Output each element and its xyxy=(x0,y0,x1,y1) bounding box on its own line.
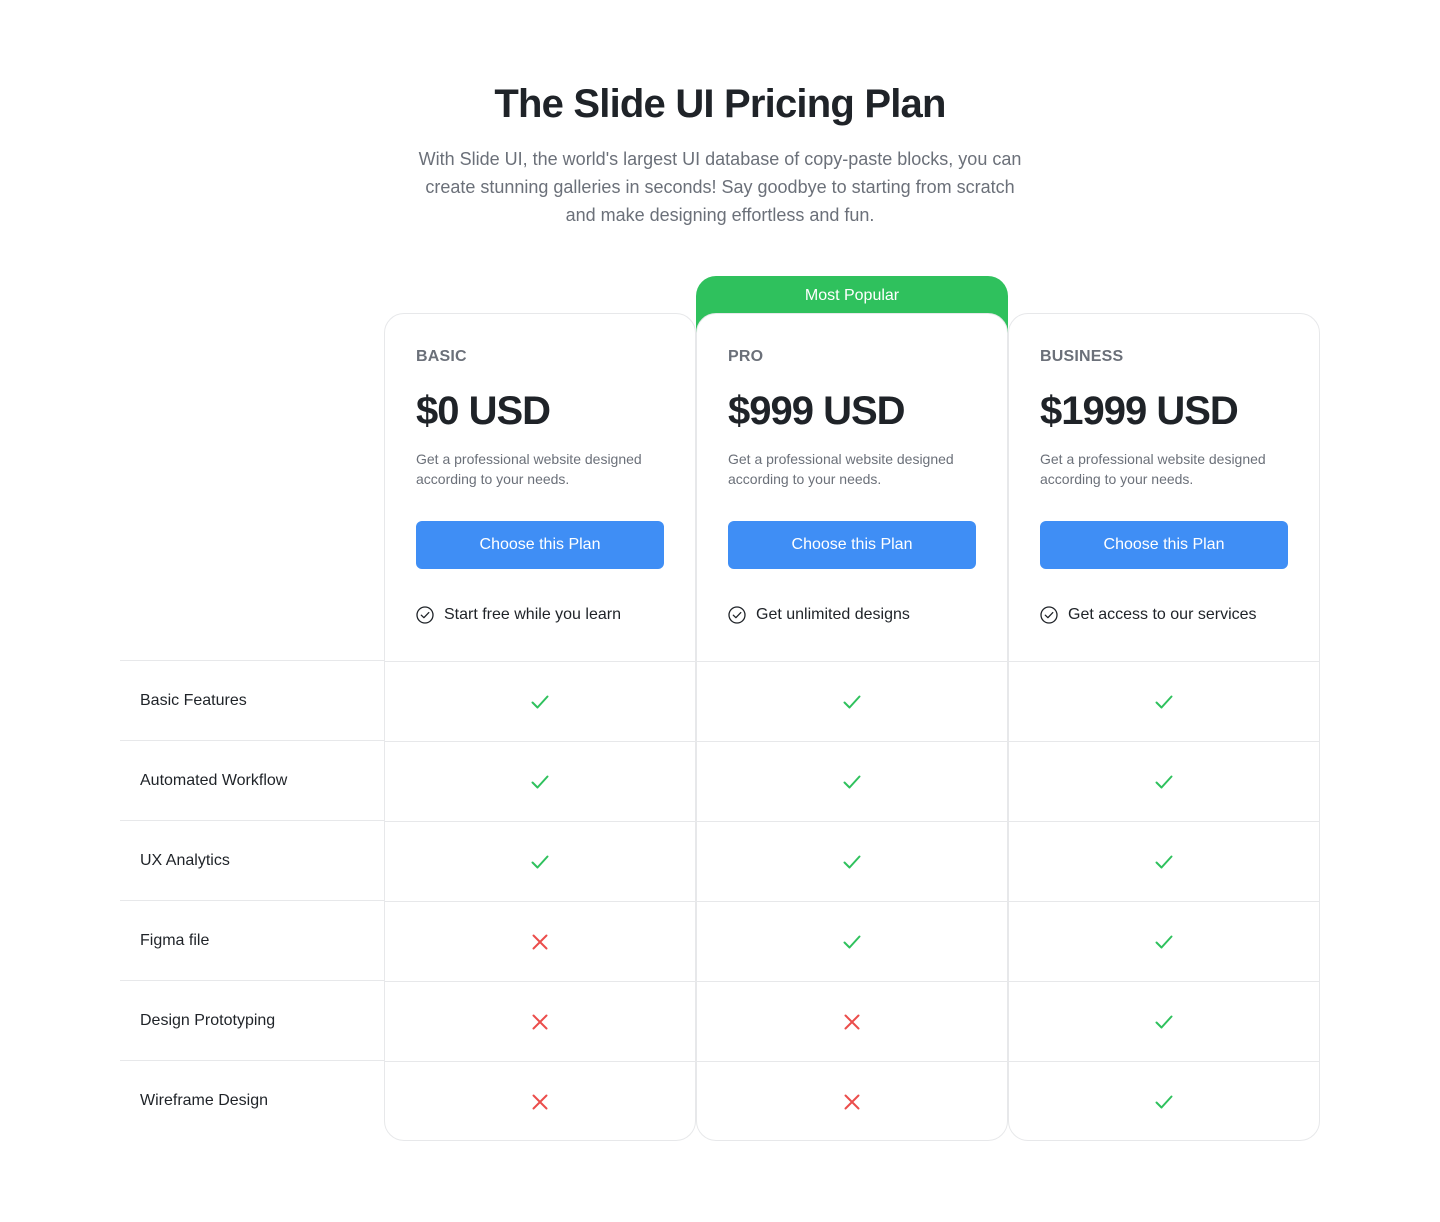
feature-cell xyxy=(697,1061,1007,1141)
checkmark-icon xyxy=(1155,855,1173,868)
plan-highlight-text: Get unlimited designs xyxy=(756,606,910,623)
feature-row-label: UX Analytics xyxy=(120,820,384,900)
plan-description: Get a professional website designed acco… xyxy=(416,451,642,487)
cross-icon xyxy=(844,1094,860,1109)
choose-plan-button[interactable]: Choose this Plan xyxy=(728,521,976,569)
plan-highlight: Get unlimited designs xyxy=(728,605,976,625)
feature-cell xyxy=(385,821,695,901)
feature-cell xyxy=(1009,981,1319,1061)
plan-price: $1999 USD xyxy=(1040,389,1239,433)
checkmark-icon xyxy=(843,855,861,868)
plan-name: BASIC xyxy=(416,348,467,365)
plan-highlight-text: Start free while you learn xyxy=(444,606,621,623)
feature-cell xyxy=(1009,901,1319,981)
plan-description: Get a professional website designed acco… xyxy=(728,451,954,487)
checkmark-icon xyxy=(531,695,549,708)
feature-row-label: Wireframe Design xyxy=(120,1060,384,1140)
choose-plan-button[interactable]: Choose this Plan xyxy=(416,521,664,569)
plan-highlight: Get access to our services xyxy=(1040,605,1288,625)
plan-header: PRO $999 USD Get a professional website de… xyxy=(697,314,1007,661)
feature-cell xyxy=(1009,661,1319,741)
feature-row-label: Basic Features xyxy=(120,660,384,740)
cross-icon xyxy=(532,934,548,949)
feature-row-label: Figma file xyxy=(120,900,384,980)
checkmark-icon xyxy=(843,775,861,788)
plan-column-pro: PRO $999 USD Get a professional website de… xyxy=(696,313,1008,1141)
checkmark-icon xyxy=(531,855,549,868)
subtitle-line: create stunning galleries in seconds! Sa… xyxy=(425,177,1015,197)
choose-plan-button[interactable]: Choose this Plan xyxy=(1040,521,1288,569)
cross-icon xyxy=(844,1014,860,1029)
page-subtitle: With Slide UI, the world's largest UI da… xyxy=(390,145,1050,229)
feature-cell xyxy=(1009,821,1319,901)
checkmark-icon xyxy=(843,935,861,948)
check-circle-icon xyxy=(728,606,746,624)
feature-cell xyxy=(1009,1061,1319,1141)
plan-header: BUSINESS $1999 USD Get a professional webs… xyxy=(1009,314,1319,661)
plan-column-basic: BASIC $0 USD Get a professional website de… xyxy=(384,313,696,1141)
feature-cell xyxy=(385,981,695,1061)
feature-cell xyxy=(385,661,695,741)
feature-cell xyxy=(697,741,1007,821)
plan-highlight: Start free while you learn xyxy=(416,605,664,625)
feature-cell xyxy=(385,741,695,821)
feature-cell xyxy=(385,901,695,981)
plan-description: Get a professional website designed acco… xyxy=(1040,451,1266,487)
checkmark-icon xyxy=(531,775,549,788)
cross-icon xyxy=(532,1014,548,1029)
check-circle-icon xyxy=(1040,606,1058,624)
plan-header: BASIC $0 USD Get a professional website de… xyxy=(385,314,695,661)
plan-name: BUSINESS xyxy=(1040,348,1124,365)
feature-cell xyxy=(1009,741,1319,821)
check-circle-icon xyxy=(416,606,434,624)
feature-cell xyxy=(697,661,1007,741)
cross-icon xyxy=(532,1094,548,1109)
checkmark-icon xyxy=(1155,935,1173,948)
feature-row-label: Design Prototyping xyxy=(120,980,384,1060)
feature-cell xyxy=(697,901,1007,981)
feature-cell xyxy=(385,1061,695,1141)
checkmark-icon xyxy=(1155,1095,1173,1108)
plan-highlight-text: Get access to our services xyxy=(1068,606,1257,623)
feature-row-label: Automated Workflow xyxy=(120,740,384,820)
checkmark-icon xyxy=(843,695,861,708)
page-title: The Slide UI Pricing Plan xyxy=(494,82,946,126)
plan-price: $999 USD xyxy=(728,389,906,433)
subtitle-line: With Slide UI, the world's largest UI da… xyxy=(418,149,1022,169)
checkmark-icon xyxy=(1155,775,1173,788)
feature-cell xyxy=(697,821,1007,901)
subtitle-line: and make designing effortless and fun. xyxy=(565,205,875,225)
feature-cell xyxy=(697,981,1007,1061)
plan-price: $0 USD xyxy=(416,389,551,433)
plan-column-business: BUSINESS $1999 USD Get a professional webs… xyxy=(1008,313,1320,1141)
checkmark-icon xyxy=(1155,1015,1173,1028)
checkmark-icon xyxy=(1155,695,1173,708)
plan-name: PRO xyxy=(728,348,764,365)
